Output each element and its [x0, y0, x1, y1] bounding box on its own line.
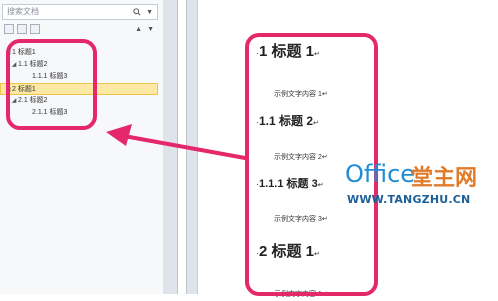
- search-dropdown-icon[interactable]: ▼: [146, 9, 153, 16]
- search-placeholder: 搜索文档: [7, 7, 39, 16]
- watermark-cn: 堂主网: [411, 166, 478, 191]
- nav-toolbar: ▲ ▼: [2, 24, 158, 38]
- browse-headings-button[interactable]: [4, 24, 14, 34]
- browse-pages-button[interactable]: [17, 24, 27, 34]
- previous-arrow-icon[interactable]: ▲: [135, 26, 142, 33]
- watermark-office: Office: [345, 160, 416, 188]
- next-arrow-icon[interactable]: ▼: [147, 26, 154, 33]
- browse-results-button[interactable]: [30, 24, 40, 34]
- watermark-logo: Office 堂主网 WWW.TANGZHU.CN: [339, 160, 498, 220]
- watermark-url: WWW.TANGZHU.CN: [347, 193, 471, 206]
- search-icon[interactable]: [133, 8, 141, 16]
- arrow-icon: [106, 124, 247, 160]
- search-input[interactable]: 搜索文档 ▼: [2, 4, 158, 20]
- highlight-box-nav: [6, 39, 97, 130]
